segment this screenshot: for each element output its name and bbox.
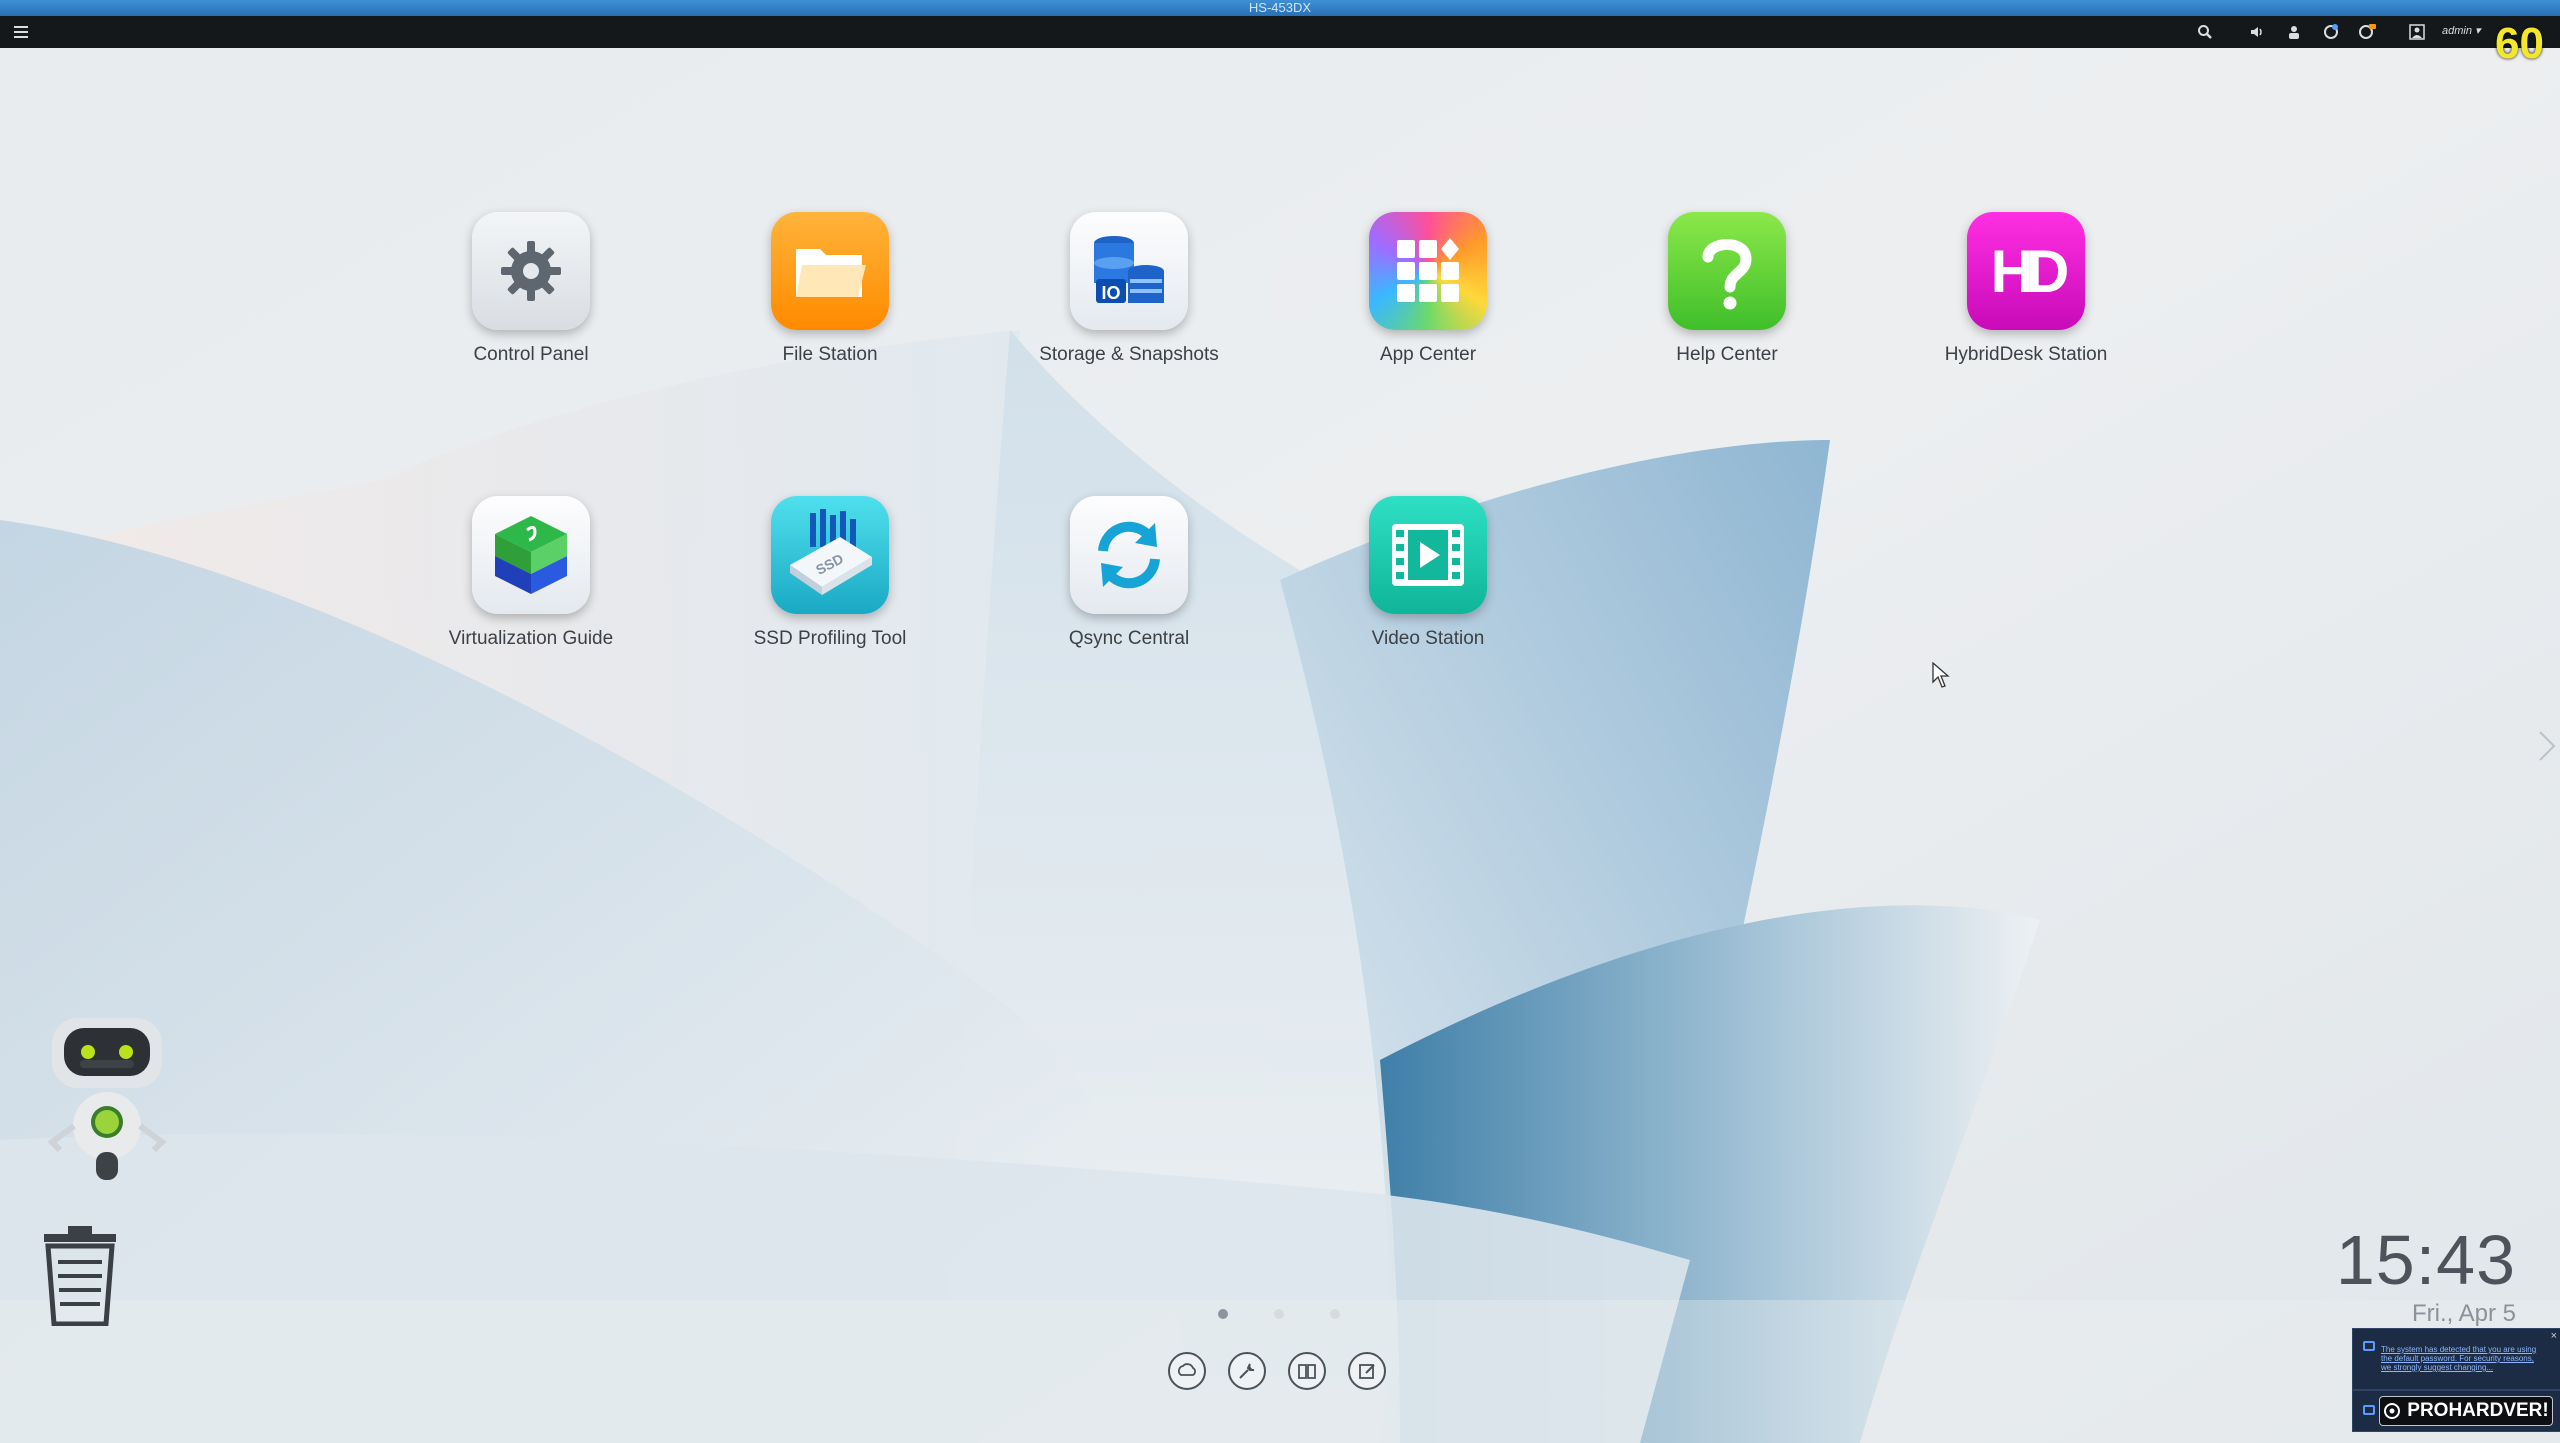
window-title-bar: HS-453DX: [0, 0, 2560, 16]
fps-overlay: 60: [2495, 19, 2544, 68]
app-help-center[interactable]: Help Center: [1607, 212, 1847, 366]
app-label: Video Station: [1371, 628, 1485, 649]
qboost-robot-icon[interactable]: [34, 1014, 184, 1184]
gear-icon: [472, 212, 590, 330]
video-icon: [1369, 496, 1487, 614]
app-label: File Station: [782, 344, 878, 365]
cube-icon: [472, 496, 590, 614]
app-label: Virtualization Guide: [448, 628, 614, 649]
app-label: Help Center: [1676, 344, 1778, 365]
mouse-cursor-icon: [1932, 662, 1950, 688]
external-device-icon[interactable]: [2320, 22, 2342, 42]
watermark-panel: PROHARDVER!: [2352, 1390, 2560, 1432]
question-icon: [1668, 212, 1786, 330]
message-icon: [2363, 1341, 2375, 1351]
page-dot-2[interactable]: [1274, 1309, 1284, 1319]
app-file-station[interactable]: File Station: [710, 212, 950, 366]
app-label: Storage & Snapshots: [1039, 344, 1219, 365]
clock-date: Fri., Apr 5: [2411, 1300, 2516, 1327]
app-ssd-profiling-tool[interactable]: SSD SSD Profiling Tool: [710, 496, 950, 650]
app-virtualization-guide[interactable]: Virtualization Guide: [411, 496, 651, 650]
app-hybriddesk-station[interactable]: HD HybridDesk Station: [1906, 212, 2146, 366]
page-dot-1[interactable]: [1218, 1309, 1228, 1319]
ssd-icon: SSD: [771, 496, 889, 614]
desktop-clock: 15:43 Fri., Apr 5: [2336, 1222, 2516, 1328]
app-label: HybridDesk Station: [1944, 344, 2108, 365]
message-icon: [2363, 1405, 2375, 1415]
app-qsync-central[interactable]: Qsync Central: [1009, 496, 1249, 650]
top-toolbar: admin ▾ 60: [0, 16, 2560, 66]
guide-book-icon[interactable]: [1288, 1352, 1326, 1390]
myqnapcloud-icon[interactable]: [1168, 1352, 1206, 1390]
background-tasks-icon[interactable]: [2283, 22, 2305, 42]
notification-popup[interactable]: The system has detected that you are usi…: [2352, 1328, 2560, 1390]
app-label: App Center: [1379, 344, 1477, 365]
clock-time: 15:43: [2335, 1221, 2516, 1299]
recycle-bin-icon[interactable]: [40, 1226, 120, 1327]
sync-icon: [1070, 496, 1188, 614]
menu-icon[interactable]: [10, 22, 32, 42]
watermark-logo: PROHARDVER!: [2379, 1396, 2553, 1426]
page-indicator: [1216, 1306, 1346, 1320]
app-label: Qsync Central: [1068, 628, 1190, 649]
app-video-station[interactable]: Video Station: [1308, 496, 1548, 650]
app-label: SSD Profiling Tool: [753, 628, 907, 649]
notification-text[interactable]: The system has detected that you are usi…: [2381, 1345, 2541, 1372]
hd-icon: HD: [1967, 212, 2085, 330]
utilities-icon[interactable]: [1228, 1352, 1266, 1390]
volume-icon[interactable]: [2246, 22, 2268, 42]
watermark-text: PROHARDVER!: [2407, 1400, 2549, 1421]
app-grid-icon: [1369, 212, 1487, 330]
folder-icon: [771, 212, 889, 330]
close-icon[interactable]: ×: [2551, 1330, 2557, 1342]
svg-text:IO: IO: [1101, 283, 1120, 303]
notifications-icon[interactable]: [2356, 22, 2378, 42]
desktop-wallpaper: [0, 0, 2560, 1443]
window-title: HS-453DX: [1248, 0, 1312, 15]
page-dot-3[interactable]: [1330, 1309, 1340, 1319]
logo-icon: [2384, 1403, 2401, 1419]
app-app-center[interactable]: App Center: [1308, 212, 1548, 366]
app-control-panel[interactable]: Control Panel: [411, 212, 651, 366]
hd-glyph: HD: [1990, 237, 2070, 305]
app-storage-snapshots[interactable]: IO Storage & Snapshots: [1009, 212, 1249, 366]
storage-icon: IO: [1070, 212, 1188, 330]
next-page-arrow-icon[interactable]: [2536, 728, 2558, 764]
app-label: Control Panel: [473, 344, 589, 365]
feedback-icon[interactable]: [1348, 1352, 1386, 1390]
dock-bar: [1164, 1352, 1404, 1396]
search-icon[interactable]: [2194, 22, 2216, 42]
user-icon[interactable]: [2406, 22, 2428, 42]
user-menu[interactable]: admin ▾: [2442, 24, 2481, 37]
